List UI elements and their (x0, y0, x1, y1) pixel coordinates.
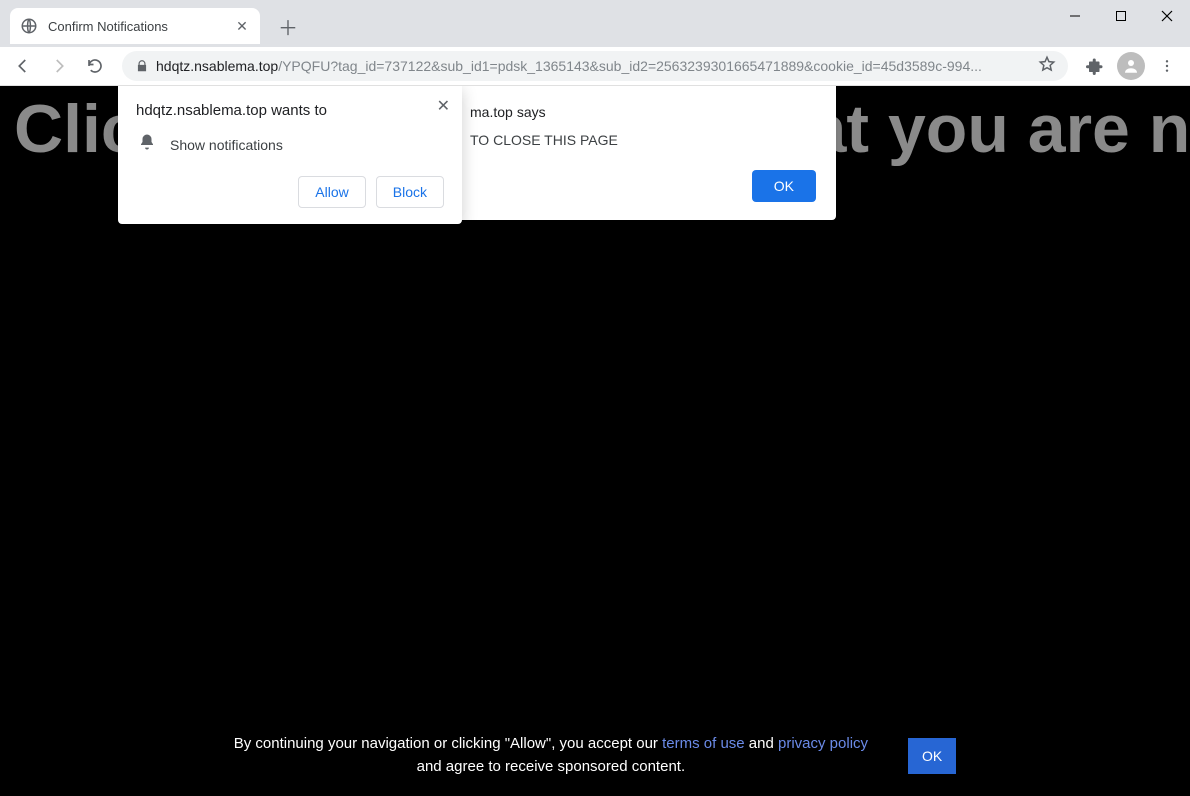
js-alert: ma.top says TO CLOSE THIS PAGE OK (450, 86, 836, 220)
permission-capability-label: Show notifications (170, 137, 283, 153)
permission-buttons: Allow Block (136, 176, 444, 208)
permission-capability-row: Show notifications (138, 133, 444, 156)
cookie-line2: and agree to receive sponsored content. (417, 758, 686, 775)
forward-button[interactable] (44, 51, 74, 81)
browser-tab[interactable]: Confirm Notifications ✕ (10, 8, 260, 44)
extensions-icon[interactable] (1080, 51, 1110, 81)
cookie-ok-button[interactable]: OK (908, 738, 956, 774)
alert-message: TO CLOSE THIS PAGE (470, 132, 816, 148)
bell-icon (138, 133, 156, 156)
cookie-bar: By continuing your navigation or clickin… (0, 733, 1190, 778)
alert-ok-button[interactable]: OK (752, 170, 816, 202)
close-window-button[interactable] (1144, 0, 1190, 32)
reload-button[interactable] (80, 51, 110, 81)
maximize-button[interactable] (1098, 0, 1144, 32)
tab-title: Confirm Notifications (48, 19, 234, 34)
url-path: /YPQFU?tag_id=737122&sub_id1=pdsk_136514… (278, 58, 982, 74)
alert-site-suffix: ma.top (470, 104, 513, 120)
toolbar: hdqtz.nsablema.top/YPQFU?tag_id=737122&s… (0, 47, 1190, 86)
permission-site: hdqtz.nsablema.top (136, 102, 267, 119)
block-button[interactable]: Block (376, 176, 444, 208)
back-button[interactable] (8, 51, 38, 81)
permission-verb: wants to (271, 102, 327, 119)
url-domain: hdqtz.nsablema.top (156, 58, 278, 74)
url-text: hdqtz.nsablema.top/YPQFU?tag_id=737122&s… (156, 58, 1032, 74)
page-content: Click Allow to confirm that you are not … (0, 86, 1190, 796)
lock-icon (134, 58, 150, 74)
alert-says: says (517, 104, 546, 120)
allow-button[interactable]: Allow (298, 176, 365, 208)
terms-of-use-link[interactable]: terms of use (662, 735, 745, 752)
globe-icon (20, 17, 38, 35)
permission-popup: ✕ hdqtz.nsablema.top wants to Show notif… (118, 86, 462, 224)
tab-close-icon[interactable]: ✕ (234, 18, 250, 34)
permission-close-icon[interactable]: ✕ (437, 96, 450, 116)
avatar-icon (1117, 52, 1145, 80)
alert-buttons: OK (470, 170, 816, 202)
new-tab-button[interactable]: ＋ (274, 12, 302, 40)
permission-title: hdqtz.nsablema.top wants to (136, 102, 444, 119)
cookie-line1-prefix: By continuing your navigation or clickin… (234, 735, 662, 752)
privacy-policy-link[interactable]: privacy policy (778, 735, 868, 752)
menu-button[interactable] (1152, 51, 1182, 81)
window-controls (1052, 0, 1190, 32)
titlebar: Confirm Notifications ✕ ＋ (0, 0, 1190, 47)
cookie-and: and (745, 735, 778, 752)
cookie-text: By continuing your navigation or clickin… (234, 733, 868, 778)
address-bar[interactable]: hdqtz.nsablema.top/YPQFU?tag_id=737122&s… (122, 51, 1068, 81)
bookmark-star-icon[interactable] (1038, 55, 1056, 78)
minimize-button[interactable] (1052, 0, 1098, 32)
alert-title: ma.top says (470, 104, 816, 120)
profile-avatar[interactable] (1116, 51, 1146, 81)
